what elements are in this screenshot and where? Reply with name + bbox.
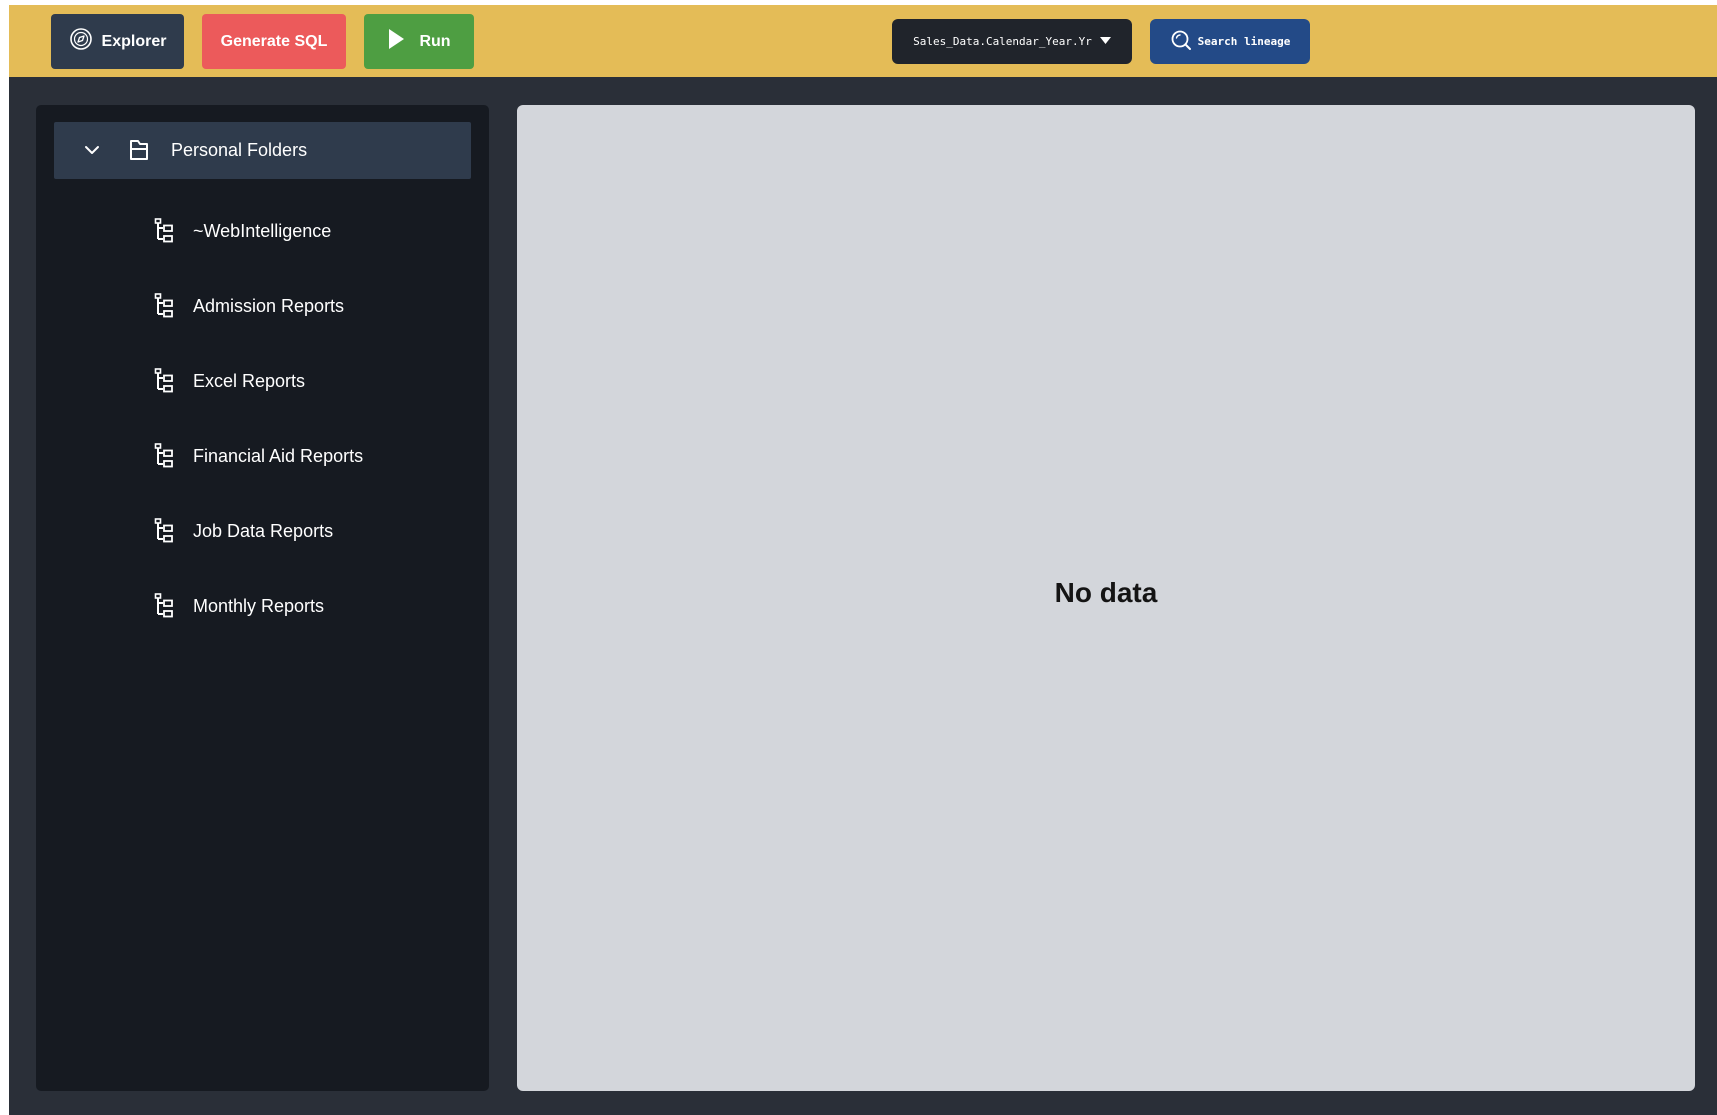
tree-item-monthly-reports[interactable]: Monthly Reports: [154, 584, 454, 628]
tree-icon: [154, 518, 175, 544]
app-window: Explorer Generate SQL Run Sales_Data.Cal…: [9, 5, 1717, 1115]
empty-state-message: No data: [1054, 577, 1158, 608]
tree-item-job-data-reports[interactable]: Job Data Reports: [154, 509, 454, 553]
generate-sql-label: Generate SQL: [220, 32, 328, 50]
tree-icon: [154, 293, 175, 319]
tree-item-financial-aid-reports[interactable]: Financial Aid Reports: [154, 434, 454, 478]
personal-folders-label: Personal Folders: [171, 140, 308, 160]
tree-item-label: Financial Aid Reports: [193, 445, 364, 466]
tree-item-admission-reports[interactable]: Admission Reports: [154, 284, 454, 328]
results-panel: No data: [517, 105, 1695, 1091]
run-button-label: Run: [419, 32, 451, 50]
tree-item-label: Excel Reports: [193, 370, 306, 391]
folder-icon: [128, 138, 150, 167]
search-lineage-button[interactable]: Search lineage: [1150, 19, 1310, 64]
tree-icon: [154, 368, 175, 394]
caret-down-icon: [1099, 35, 1111, 48]
search-lineage-label: Search lineage: [1197, 35, 1291, 48]
tree-item-label: ~WebIntelligence: [193, 220, 332, 241]
tree-item-label: Admission Reports: [193, 295, 345, 316]
generate-sql-button[interactable]: Generate SQL: [202, 14, 346, 69]
tree-icon: [154, 443, 175, 469]
personal-folders-node[interactable]: Personal Folders: [54, 122, 471, 179]
chevron-down-icon[interactable]: [84, 141, 100, 164]
tree-item-label: Monthly Reports: [193, 595, 325, 616]
run-button[interactable]: Run: [364, 14, 474, 69]
folder-sidebar: Personal Folders ~WebIntelligence Admiss…: [36, 105, 489, 1091]
tree-item-webintelligence[interactable]: ~WebIntelligence: [154, 209, 454, 253]
tree-icon: [154, 218, 175, 244]
toolbar: Explorer Generate SQL Run Sales_Data.Cal…: [9, 5, 1717, 77]
tree-item-excel-reports[interactable]: Excel Reports: [154, 359, 454, 403]
explorer-button[interactable]: Explorer: [51, 14, 184, 69]
search-icon: [1170, 29, 1192, 54]
compass-icon: [69, 27, 93, 56]
tree-icon: [154, 593, 175, 619]
play-icon: [387, 28, 405, 55]
field-select-value: Sales_Data.Calendar_Year.Yr: [913, 35, 1092, 48]
field-select[interactable]: Sales_Data.Calendar_Year.Yr: [892, 19, 1132, 64]
tree-item-label: Job Data Reports: [193, 520, 334, 541]
explorer-button-label: Explorer: [101, 32, 167, 50]
